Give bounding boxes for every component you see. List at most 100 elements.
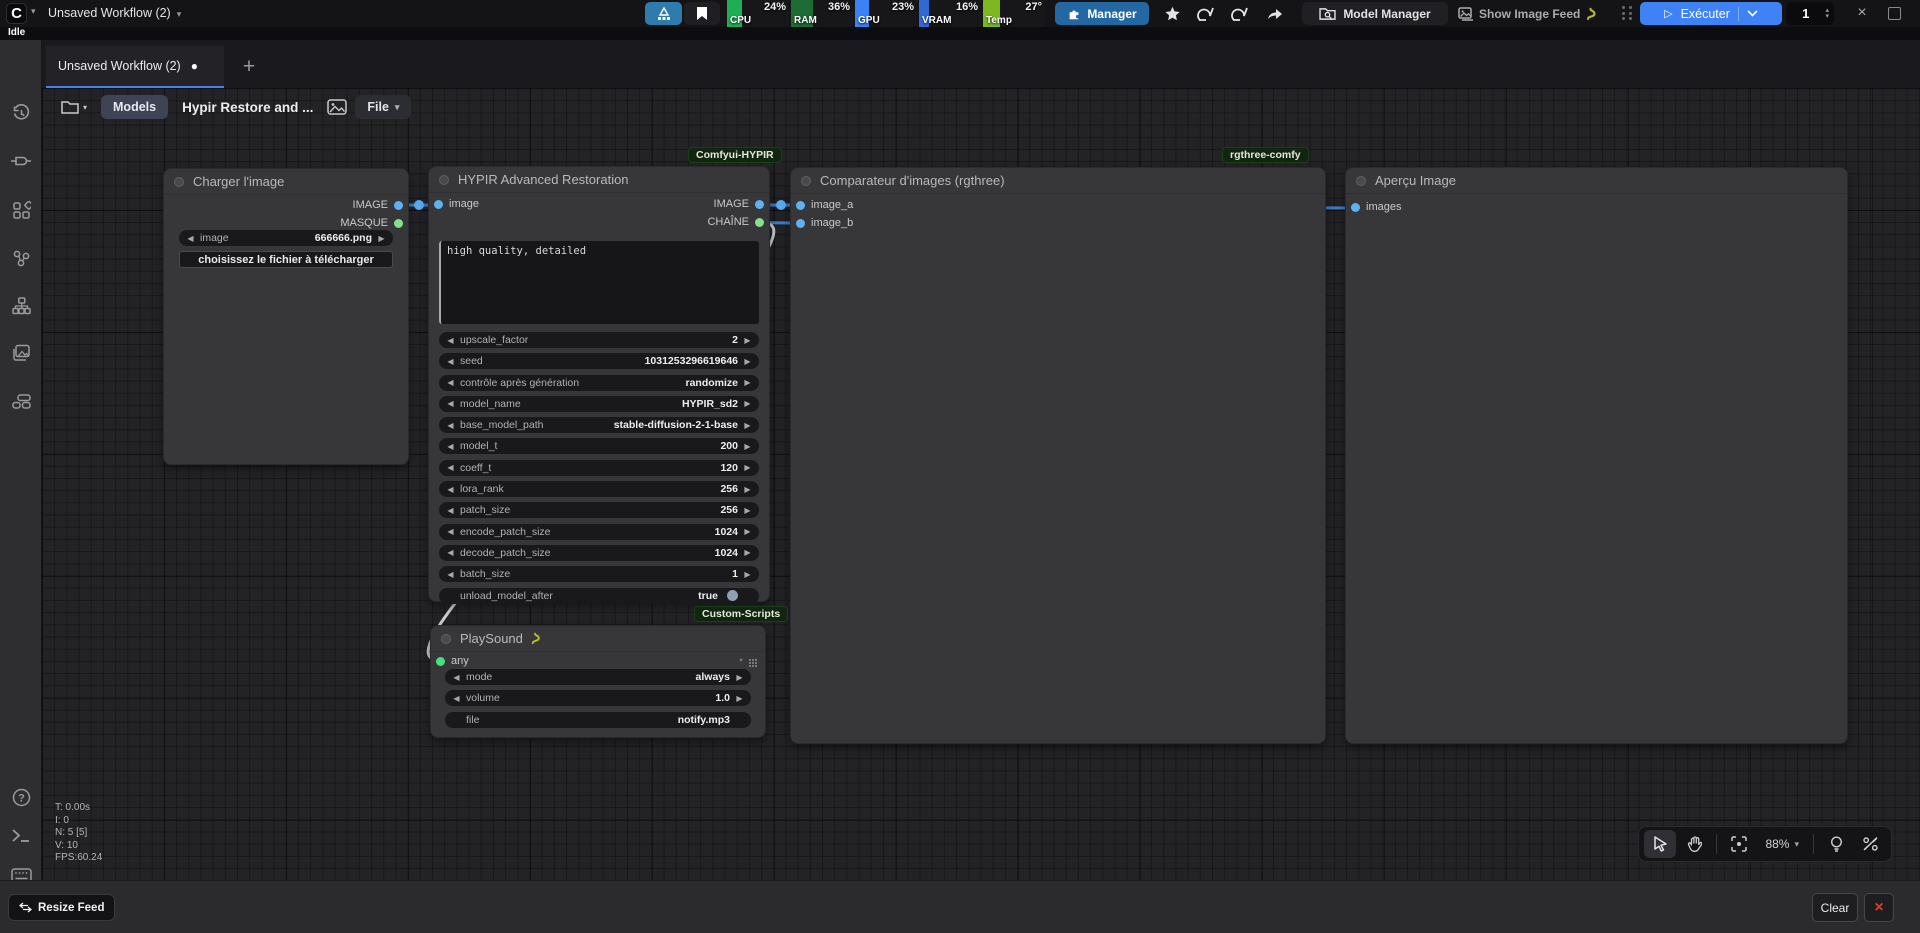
prompt-textarea[interactable]: high quality, detailed [439,241,759,324]
widget-decrement[interactable]: ◀ [446,463,455,472]
workflow-tree-icon[interactable] [0,289,42,323]
widget-increment[interactable]: ▶ [743,463,752,472]
workflow-name-menu[interactable]: Unsaved Workflow (2)▾ [48,6,181,20]
widget-row[interactable]: ◀ mode always ▶ [445,669,751,685]
widget-increment[interactable]: ▶ [743,399,752,408]
collapse-dot[interactable] [1356,176,1366,186]
widget-row[interactable]: ◀ image 666666.png ▶ [179,230,393,246]
help-icon[interactable]: ? [0,780,42,814]
widget-decrement[interactable]: ◀ [446,485,455,494]
widget-decrement[interactable]: ◀ [446,506,455,515]
node-header[interactable]: Charger l'image [164,169,408,195]
new-tab-button[interactable]: + [234,52,264,82]
node-hypir-restoration[interactable]: HYPIR Advanced Restoration image IMAGE C… [428,166,770,602]
share-button[interactable] [1260,2,1288,25]
node-header[interactable]: HYPIR Advanced Restoration [429,167,769,193]
widget-increment[interactable]: ▶ [377,234,386,243]
input-any[interactable]: any [436,655,469,667]
node-preview-image[interactable]: Aperçu Image images [1345,167,1848,744]
widget-row[interactable]: ◀ coeff_t 120 ▶ [439,460,759,476]
widget-row[interactable]: ◀ volume 1.0 ▶ [445,690,751,706]
output-image[interactable]: IMAGE [714,198,764,210]
widget-decrement[interactable]: ◀ [452,694,461,703]
widget-increment[interactable]: ▶ [735,694,744,703]
widget-increment[interactable]: ▶ [743,506,752,515]
slot-dot-image[interactable] [394,201,403,210]
zoom-level-dropdown[interactable]: 88%▾ [1757,837,1807,851]
widget-decrement[interactable]: ◀ [446,399,455,408]
slot-dot-mask[interactable] [394,219,403,228]
widget-row[interactable]: ◀ seed 1031253296619646 ▶ [439,353,759,369]
manager-button[interactable]: Manager [1055,2,1149,25]
model-manager-button[interactable]: Model Manager [1302,2,1448,25]
history-icon[interactable] [0,96,42,130]
batch-count-stepper[interactable]: 1 ▴▾ [1786,2,1834,25]
terminal-icon[interactable] [0,818,42,852]
output-mask[interactable]: MASQUE [340,217,403,229]
file-menu-button[interactable]: File▾ [355,95,411,119]
model-library-icon[interactable] [0,241,42,275]
input-image-a[interactable]: image_a [796,199,853,211]
widget-row[interactable]: ◀ model_name HYPIR_sd2 ▶ [439,396,759,412]
gallery-icon[interactable] [0,336,42,370]
slot-dot-images[interactable] [1351,203,1360,212]
widget-row[interactable]: ◀ patch_size 256 ▶ [439,502,759,518]
widget-increment[interactable]: ▶ [743,421,752,430]
resource-meter[interactable]: 16% VRAM [919,0,981,27]
drag-handle[interactable] [1622,6,1634,21]
collapse-dot[interactable] [174,177,184,187]
breadcrumb-title[interactable]: Hypir Restore and ... [182,100,313,115]
workflows-button[interactable] [645,2,682,25]
widget-row[interactable]: ◀ base_model_path stable-diffusion-2-1-b… [439,417,759,433]
widget-row[interactable]: ◀ lora_rank 256 ▶ [439,481,759,497]
workflow-folder-button[interactable]: ▾ [55,96,93,118]
widget-increment[interactable]: ▶ [735,673,744,682]
slot-dot-image-a[interactable] [796,201,805,210]
comfyui-logo[interactable]: C [6,3,27,24]
node-header[interactable]: PlaySound [431,626,765,652]
widget-row[interactable]: ◀ batch_size 1 ▶ [439,566,759,582]
widget-increment[interactable]: ▶ [743,378,752,387]
collapse-dot[interactable] [441,634,451,644]
templates-icon[interactable] [0,384,42,418]
widget-decrement[interactable]: ◀ [446,442,455,451]
resource-meter[interactable]: 24% CPU [727,0,789,27]
tab-unsaved-workflow[interactable]: Unsaved Workflow (2) ● [46,46,224,88]
widget-decrement[interactable]: ◀ [452,673,461,682]
execute-button[interactable]: ▷ Exécuter [1640,2,1782,25]
collapse-dot[interactable] [439,175,449,185]
widget-increment[interactable]: ▶ [743,485,752,494]
close-feed-button[interactable]: × [1864,893,1894,922]
node-header[interactable]: Aperçu Image [1346,168,1847,194]
slot-dot-image-b[interactable] [796,219,805,228]
stepper-arrows[interactable]: ▴▾ [1825,8,1834,20]
toggle-theme-button[interactable] [1820,830,1852,858]
choose-file-button[interactable]: choisissez le fichier à télécharger [179,251,393,268]
input-images[interactable]: images [1351,201,1401,213]
widget-decrement[interactable]: ◀ [446,570,455,579]
widget-decrement[interactable]: ◀ [446,357,455,366]
cleaner-alt-icon-button[interactable] [1226,2,1254,25]
slot-dot-image-in[interactable] [434,200,443,209]
stop-button[interactable] [1888,7,1901,20]
fit-view-button[interactable] [1723,830,1755,858]
interrupt-button[interactable]: × [1852,4,1872,22]
widget-increment[interactable]: ▶ [743,357,752,366]
input-image[interactable]: image [434,198,479,210]
widget-increment[interactable]: ▶ [743,336,752,345]
node-library-icon[interactable] [0,193,42,227]
resource-meter[interactable]: 27° Temp [983,0,1045,27]
widget-row[interactable]: ◀ model_t 200 ▶ [439,438,759,454]
toggle-links-button[interactable] [1854,830,1886,858]
node-connection-icon[interactable] [0,144,42,178]
properties-grid-icon[interactable] [749,659,757,667]
widget-row[interactable]: ◀ decode_patch_size 1024 ▶ [439,545,759,561]
widget-decrement[interactable]: ◀ [446,527,455,536]
output-image[interactable]: IMAGE [353,199,403,211]
node-playsound[interactable]: PlaySound any * ◀ mode always ▶ [430,625,766,738]
widget-row[interactable]: file notify.mp3 [445,712,751,728]
menu-chevron-icon[interactable]: ▾ [31,6,36,17]
thumbnail-icon-button[interactable] [327,99,347,115]
slot-dot-any[interactable] [436,657,445,666]
input-image-b[interactable]: image_b [796,217,853,229]
